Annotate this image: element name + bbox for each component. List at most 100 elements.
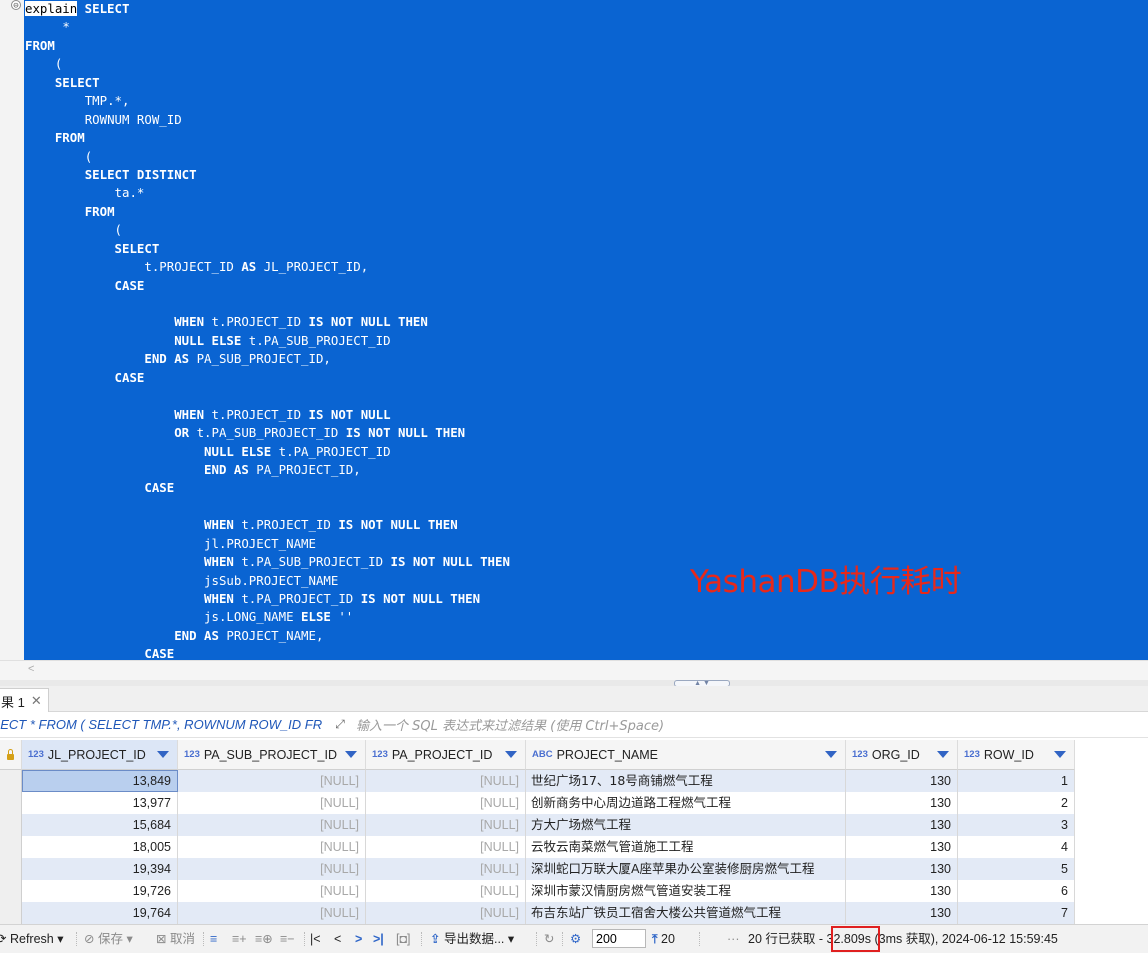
row-header[interactable]: [0, 880, 22, 902]
table-cell[interactable]: [NULL]: [178, 858, 366, 880]
table-cell[interactable]: 4: [958, 836, 1075, 858]
table-row[interactable]: 18,005 [NULL] [NULL] 云牧云南菜燃气管道施工工程 130 4: [0, 836, 1075, 858]
table-cell[interactable]: 1: [958, 770, 1075, 792]
tab-results-1[interactable]: 果 1 ✕: [0, 688, 49, 713]
table-cell[interactable]: [NULL]: [178, 836, 366, 858]
cancel-button[interactable]: ⊠ 取消: [156, 930, 195, 948]
row-header[interactable]: [0, 792, 22, 814]
table-cell[interactable]: [NULL]: [178, 792, 366, 814]
table-cell[interactable]: [NULL]: [178, 770, 366, 792]
column-header-jl-project-id[interactable]: 123 JL_PROJECT_ID: [22, 740, 178, 770]
table-cell[interactable]: 深圳蛇口万联大厦A座苹果办公室装修厨房燃气工程: [526, 858, 846, 880]
copy-row-icon[interactable]: ≡⊕: [255, 930, 273, 948]
fetch-size-input[interactable]: [592, 929, 646, 948]
column-header-project-name[interactable]: ABC PROJECT_NAME: [526, 740, 846, 770]
table-cell[interactable]: [NULL]: [366, 814, 526, 836]
table-cell[interactable]: [NULL]: [178, 880, 366, 902]
table-cell[interactable]: 130: [846, 836, 958, 858]
query-preview[interactable]: LECT * FROM ( SELECT TMP.*, ROWNUM ROW_I…: [0, 717, 323, 732]
sql-editor[interactable]: ⊖ explain SELECT * FROM ( SELECT TMP.*, R…: [0, 0, 1148, 660]
fetch-next-button[interactable]: ⤒ 20: [652, 930, 675, 948]
table-cell[interactable]: [NULL]: [366, 858, 526, 880]
refresh-interval-icon[interactable]: ↻: [544, 930, 554, 948]
table-row[interactable]: 19,726 [NULL] [NULL] 深圳市蒙汉情厨房燃气管道安装工程 130 6: [0, 880, 1075, 902]
sort-filter-icon[interactable]: [157, 751, 169, 758]
table-cell[interactable]: 创新商务中心周边道路工程燃气工程: [526, 792, 846, 814]
toolbar-separator: [562, 932, 563, 946]
sort-filter-icon[interactable]: [1054, 751, 1066, 758]
table-cell[interactable]: 130: [846, 814, 958, 836]
scroll-left-icon[interactable]: <: [28, 663, 34, 675]
sql-keyword: NULL ELSE: [174, 332, 242, 348]
save-button[interactable]: ⊘ 保存 ▾: [84, 930, 133, 948]
row-header[interactable]: [0, 770, 22, 792]
table-cell[interactable]: [NULL]: [178, 902, 366, 924]
table-cell[interactable]: 15,684: [22, 814, 178, 836]
table-cell[interactable]: 深圳市蒙汉情厨房燃气管道安装工程: [526, 880, 846, 902]
first-page-icon[interactable]: |<: [310, 930, 321, 948]
sort-filter-icon[interactable]: [505, 751, 517, 758]
expand-icon[interactable]: ⤢: [332, 716, 348, 732]
table-cell[interactable]: 130: [846, 902, 958, 924]
row-header[interactable]: [0, 836, 22, 858]
sql-keyword: FROM: [84, 203, 115, 219]
table-row[interactable]: 15,684 [NULL] [NULL] 方大广场燃气工程 130 3: [0, 814, 1075, 836]
table-cell[interactable]: 130: [846, 792, 958, 814]
table-cell[interactable]: 19,726: [22, 880, 178, 902]
table-cell[interactable]: 130: [846, 880, 958, 902]
column-header-org-id[interactable]: 123 ORG_ID: [846, 740, 958, 770]
table-cell[interactable]: 方大广场燃气工程: [526, 814, 846, 836]
table-row[interactable]: 13,849 [NULL] [NULL] 世纪广场17、18号商铺燃气工程 130 1: [0, 770, 1075, 792]
table-cell[interactable]: [NULL]: [178, 814, 366, 836]
table-row[interactable]: 19,394 [NULL] [NULL] 深圳蛇口万联大厦A座苹果办公室装修厨房燃气工…: [0, 858, 1075, 880]
export-data-button[interactable]: ⇪ 导出数据... ▾: [430, 930, 514, 948]
row-header[interactable]: [0, 902, 22, 924]
refresh-button[interactable]: ⟳ Refresh ▾: [0, 930, 64, 948]
column-header-row-id[interactable]: 123 ROW_ID: [958, 740, 1075, 770]
filter-input[interactable]: [354, 715, 1138, 737]
table-cell[interactable]: 3: [958, 814, 1075, 836]
table-cell[interactable]: 19,764: [22, 902, 178, 924]
table-cell[interactable]: [NULL]: [366, 880, 526, 902]
last-page-icon[interactable]: >|: [373, 930, 384, 948]
table-cell[interactable]: 5: [958, 858, 1075, 880]
table-cell[interactable]: 布吉东站广铁员工宿舍大楼公共管道燃气工程: [526, 902, 846, 924]
add-row-icon[interactable]: ≡+: [232, 930, 247, 948]
column-header-pa-sub-project-id[interactable]: 123 PA_SUB_PROJECT_ID: [178, 740, 366, 770]
table-cell[interactable]: 6: [958, 880, 1075, 902]
fold-collapse-icon[interactable]: ⊖: [11, 0, 21, 11]
next-page-icon[interactable]: >: [355, 930, 362, 948]
table-cell[interactable]: 13,977: [22, 792, 178, 814]
fetch-all-icon[interactable]: [◘]: [396, 930, 411, 948]
table-cell[interactable]: 19,394: [22, 858, 178, 880]
edit-row-icon[interactable]: ≡: [210, 930, 217, 948]
table-cell[interactable]: [NULL]: [366, 770, 526, 792]
editor-horizontal-scrollbar[interactable]: <: [0, 660, 1148, 680]
table-cell[interactable]: 世纪广场17、18号商铺燃气工程: [526, 770, 846, 792]
gear-icon[interactable]: ⚙: [570, 930, 581, 948]
table-cell[interactable]: 云牧云南菜燃气管道施工工程: [526, 836, 846, 858]
column-header-pa-project-id[interactable]: 123 PA_PROJECT_ID: [366, 740, 526, 770]
sort-filter-icon[interactable]: [825, 751, 837, 758]
sort-filter-icon[interactable]: [345, 751, 357, 758]
table-cell[interactable]: 7: [958, 902, 1075, 924]
table-cell[interactable]: 130: [846, 858, 958, 880]
sort-filter-icon[interactable]: [937, 751, 949, 758]
table-cell[interactable]: 130: [846, 770, 958, 792]
table-cell[interactable]: [NULL]: [366, 792, 526, 814]
table-cell[interactable]: [NULL]: [366, 902, 526, 924]
table-cell[interactable]: 13,849: [22, 770, 178, 792]
grid-corner-lock[interactable]: [0, 740, 22, 770]
table-cell[interactable]: 2: [958, 792, 1075, 814]
prev-page-icon[interactable]: <: [334, 930, 341, 948]
table-row[interactable]: 19,764 [NULL] [NULL] 布吉东站广铁员工宿舍大楼公共管道燃气工程 13…: [0, 902, 1075, 924]
close-icon[interactable]: ✕: [31, 693, 42, 709]
more-icon[interactable]: ···: [727, 930, 740, 948]
sql-code[interactable]: explain SELECT * FROM ( SELECT TMP.*, ROW…: [25, 0, 510, 660]
table-cell[interactable]: 18,005: [22, 836, 178, 858]
table-cell[interactable]: [NULL]: [366, 836, 526, 858]
row-header[interactable]: [0, 858, 22, 880]
table-row[interactable]: 13,977 [NULL] [NULL] 创新商务中心周边道路工程燃气工程 130 2: [0, 792, 1075, 814]
row-header[interactable]: [0, 814, 22, 836]
delete-row-icon[interactable]: ≡−: [280, 930, 295, 948]
